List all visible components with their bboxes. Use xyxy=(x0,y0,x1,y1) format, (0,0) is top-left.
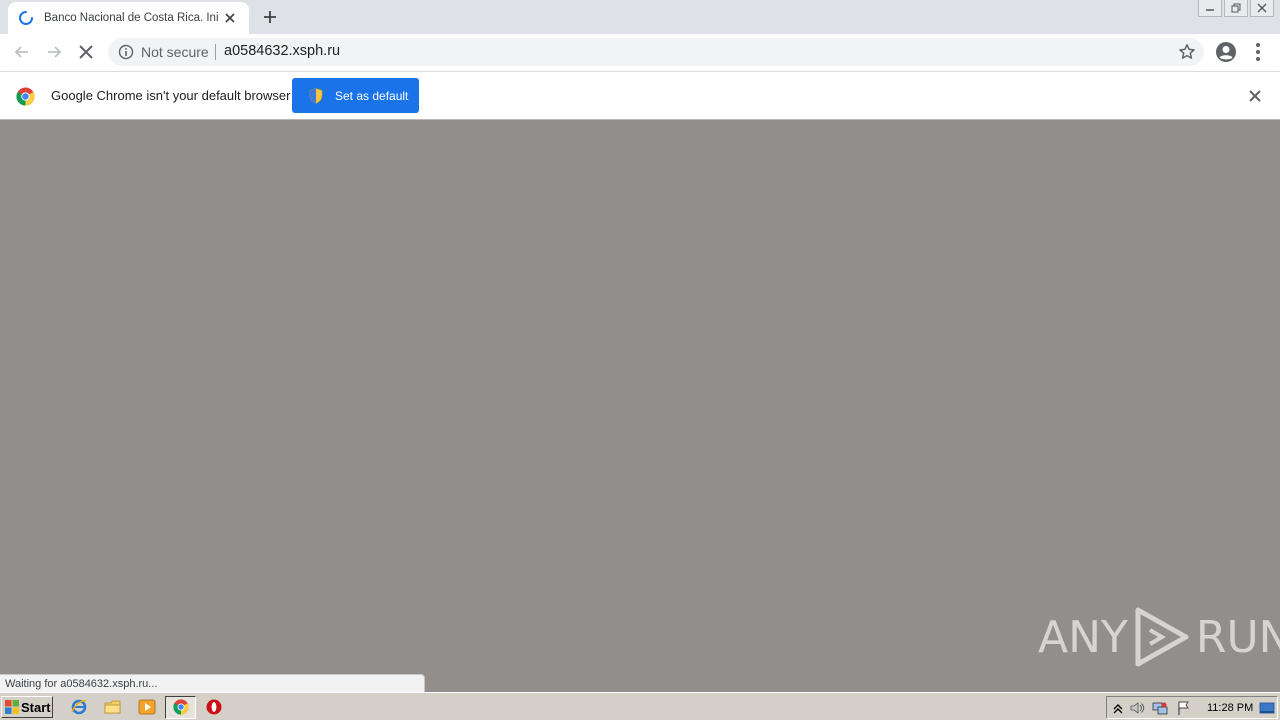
windows-flag-icon xyxy=(5,700,19,714)
stop-loading-icon xyxy=(79,45,93,59)
plus-icon xyxy=(264,11,276,23)
tab-strip: Banco Nacional de Costa Rica. Inicio xyxy=(0,0,1280,34)
forward-button[interactable] xyxy=(42,40,66,64)
kebab-menu-icon[interactable] xyxy=(1248,40,1268,64)
minimize-icon xyxy=(1206,9,1214,11)
minimize-button[interactable] xyxy=(1198,0,1222,17)
show-hidden-icon[interactable] xyxy=(1110,700,1126,716)
new-tab-button[interactable] xyxy=(258,6,282,28)
watermark-right: RUN xyxy=(1195,611,1280,663)
forward-arrow-icon xyxy=(48,46,62,58)
chrome-icon[interactable] xyxy=(171,697,191,717)
media-player-icon[interactable] xyxy=(137,697,157,717)
browser-tab[interactable]: Banco Nacional de Costa Rica. Inicio xyxy=(8,2,249,34)
watermark-left: ANY xyxy=(1038,611,1128,663)
back-arrow-icon xyxy=(14,46,28,58)
account-icon[interactable] xyxy=(1214,40,1238,64)
restore-icon xyxy=(1231,3,1241,13)
start-button[interactable]: Start xyxy=(1,696,53,718)
taskbar-clock[interactable]: 11:28 PM xyxy=(1207,702,1253,714)
set-as-default-button[interactable]: Set as default xyxy=(292,78,419,113)
set-as-default-label: Set as default xyxy=(335,88,409,103)
info-icon[interactable] xyxy=(118,44,134,60)
back-button[interactable] xyxy=(10,40,34,64)
close-icon xyxy=(1257,3,1267,13)
spinner-icon xyxy=(19,11,33,25)
security-label[interactable]: Not secure xyxy=(141,44,209,60)
close-window-button[interactable] xyxy=(1250,0,1274,17)
system-tray: 11:28 PM xyxy=(1106,696,1278,719)
window-controls xyxy=(1198,0,1274,17)
url-text[interactable]: a0584632.xsph.ru xyxy=(224,43,340,59)
internet-explorer-icon[interactable] xyxy=(69,697,89,717)
infobar-message: Google Chrome isn't your default browser xyxy=(51,88,291,103)
play-logo-icon xyxy=(1135,607,1189,667)
browser-toolbar: Not secure a0584632.xsph.ru xyxy=(0,34,1280,71)
taskbar: Start 11:28 PM xyxy=(0,692,1280,720)
restore-button[interactable] xyxy=(1224,0,1248,17)
anyrun-watermark: ANY RUN xyxy=(1038,606,1280,668)
network-icon[interactable] xyxy=(1152,700,1168,716)
explorer-folder-icon[interactable] xyxy=(103,697,123,717)
default-browser-infobar: Google Chrome isn't your default browser… xyxy=(0,71,1280,120)
omnibox-separator xyxy=(215,44,216,60)
address-bar[interactable]: Not secure a0584632.xsph.ru xyxy=(108,38,1204,66)
chrome-logo-icon xyxy=(16,87,35,106)
desktop: Banco Nacional de Costa Rica. Inicio Not… xyxy=(0,0,1280,720)
stop-button[interactable] xyxy=(74,40,98,64)
volume-icon[interactable] xyxy=(1129,700,1145,716)
status-bubble: Waiting for a0584632.xsph.ru... xyxy=(0,674,425,693)
show-desktop-icon[interactable] xyxy=(1259,700,1275,716)
opera-icon[interactable] xyxy=(204,697,224,717)
shield-icon xyxy=(309,87,323,104)
action-center-flag-icon[interactable] xyxy=(1176,700,1192,716)
start-label: Start xyxy=(21,699,51,715)
tab-title: Banco Nacional de Costa Rica. Inicio xyxy=(44,12,218,24)
infobar-close-icon[interactable] xyxy=(1247,88,1263,104)
tab-close-icon[interactable] xyxy=(222,10,238,26)
star-icon[interactable] xyxy=(1178,43,1196,61)
